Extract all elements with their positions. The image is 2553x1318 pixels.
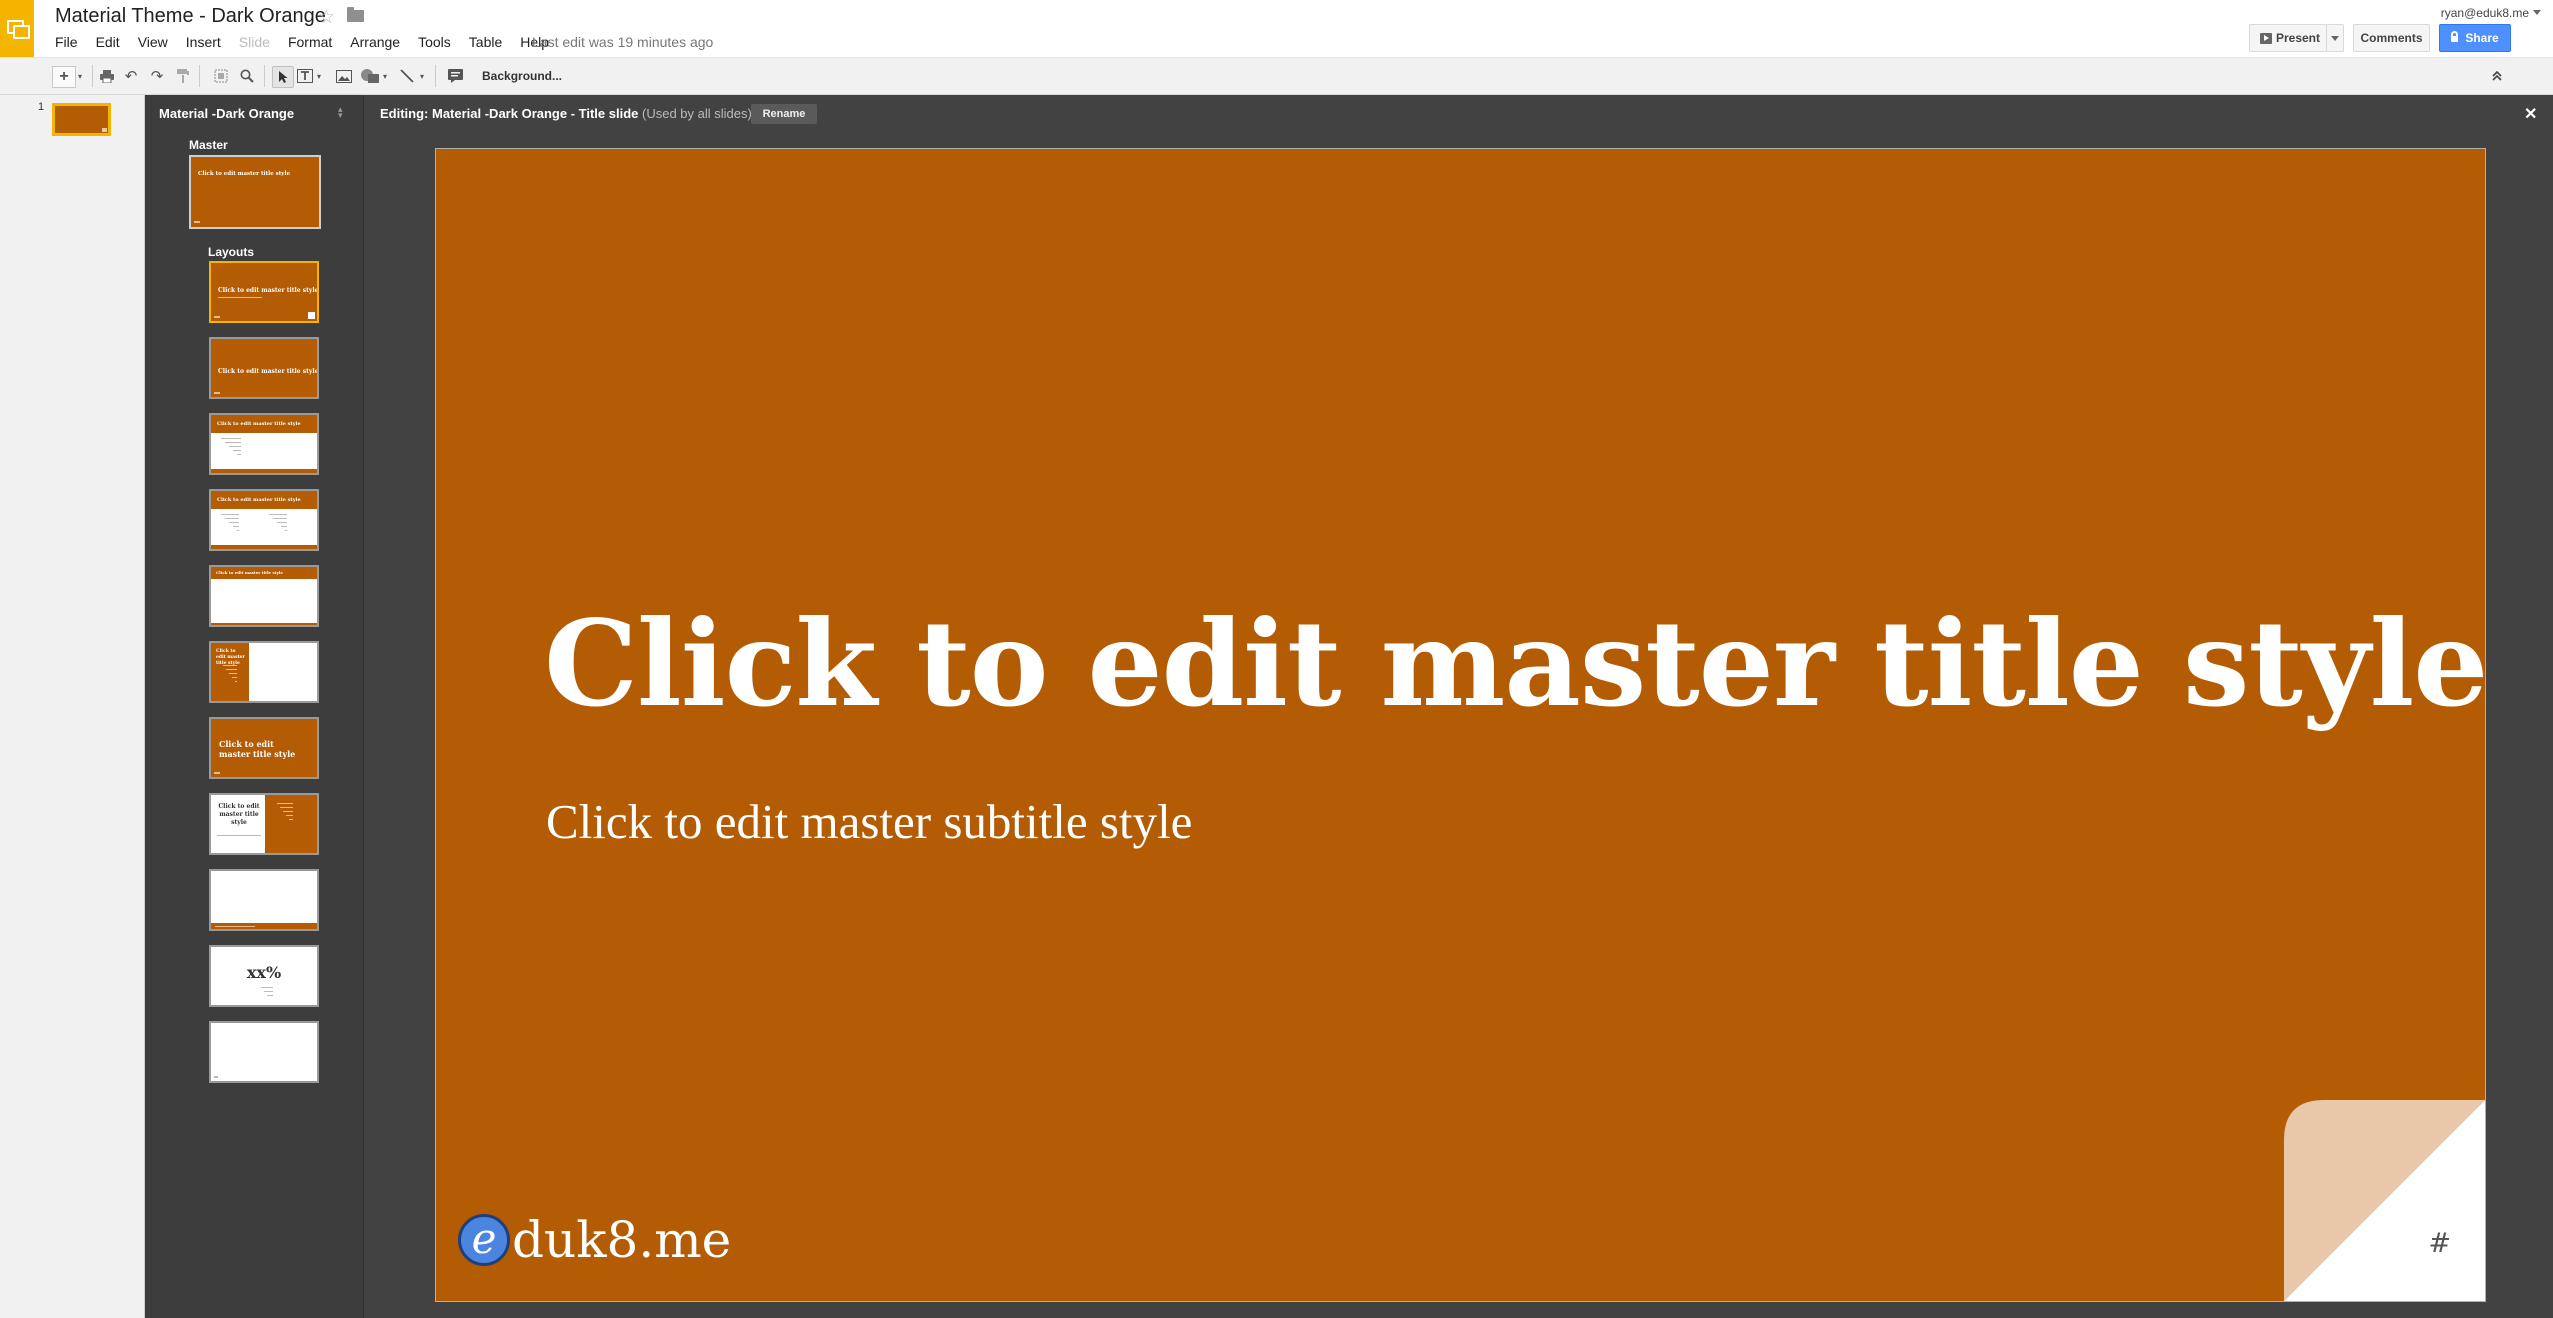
share-button[interactable]: Share — [2439, 24, 2511, 52]
present-dropdown-button[interactable] — [2326, 24, 2344, 52]
layout-thumbnail-one-column[interactable]: Click to edit master title style — [209, 641, 319, 703]
slide-filmstrip: 1 — [0, 95, 145, 1318]
star-icon[interactable]: ☆ — [318, 6, 335, 29]
present-button[interactable]: Present — [2249, 24, 2327, 52]
image-icon[interactable] — [335, 66, 353, 86]
chevron-down-icon — [2331, 35, 2339, 41]
paint-format-icon[interactable] — [174, 66, 192, 86]
layout-thumbnail-title-only[interactable]: Click to edit master title style — [209, 565, 319, 627]
layouts-section-label: Layouts — [208, 245, 255, 259]
zoom-icon[interactable] — [238, 66, 256, 86]
slide-number-placeholder[interactable]: # — [2428, 1228, 2451, 1259]
play-icon — [2260, 33, 2272, 44]
comment-icon[interactable] — [446, 66, 464, 86]
zoom-fit-icon[interactable] — [212, 66, 230, 86]
toolbar-divider — [199, 65, 200, 87]
toolbar-divider — [92, 65, 93, 87]
layout-thumbnail-section-description[interactable]: Click to edit master title style — [209, 793, 319, 855]
toolbar-divider — [264, 65, 265, 87]
slide-number-label: 1 — [38, 101, 45, 113]
editing-status-label: Editing: Material -Dark Orange - Title s… — [380, 106, 752, 121]
menu-file[interactable]: File — [55, 34, 78, 50]
rename-button[interactable]: Rename — [751, 104, 817, 124]
thumb-title-text: Click to edit master title style — [218, 803, 260, 826]
thumb-title-text: Click to edit master title style — [198, 171, 291, 177]
slide-subtitle-placeholder[interactable]: Click to edit master subtitle style — [546, 793, 1192, 850]
present-label: Present — [2275, 31, 2321, 45]
eduk8-logo[interactable]: e duk8.me — [458, 1211, 731, 1269]
menu-tools[interactable]: Tools — [418, 34, 451, 50]
menu-edit[interactable]: Edit — [96, 34, 120, 50]
menu-format[interactable]: Format — [288, 34, 332, 50]
select-tool-button[interactable] — [272, 66, 294, 88]
collapse-menu-icon[interactable] — [2490, 66, 2504, 86]
last-edit-status[interactable]: Last edit was 19 minutes ago — [532, 34, 713, 50]
close-icon[interactable]: ✕ — [2524, 104, 2537, 124]
background-button[interactable]: Background... — [482, 66, 562, 86]
redo-icon[interactable]: ↷ — [148, 66, 166, 86]
logo-e-badge: e — [458, 1214, 510, 1266]
slide-title-placeholder[interactable]: Click to edit master title style — [544, 594, 2485, 733]
layout-thumbnail-section-header[interactable]: Click to edit master title style — [209, 337, 319, 399]
thumb-title-text: Click to edit master title style — [216, 570, 283, 575]
page-curl-icon — [2284, 1100, 2485, 1301]
thumb-big-number-text: xx% — [246, 963, 282, 982]
slide-thumbnail-1[interactable] — [52, 103, 111, 136]
document-title[interactable]: Material Theme - Dark Orange — [55, 5, 326, 28]
lock-icon — [2451, 31, 2459, 42]
new-slide-button[interactable]: + — [52, 66, 76, 88]
menu-bar: File Edit View Insert Slide Format Arran… — [55, 34, 567, 50]
resize-handle-icon[interactable]: ▴ ▾ — [338, 105, 343, 120]
menu-arrange[interactable]: Arrange — [350, 34, 400, 50]
used-by-note: (Used by all slides) — [642, 106, 752, 121]
account-caret-icon[interactable] — [2533, 10, 2541, 15]
toolbar: + ▾ ↶ ↷ ▾ ▾ ▾ Background... — [0, 57, 2553, 95]
layout-thumbnail-two-columns[interactable]: Click to edit master title style — [209, 489, 319, 551]
share-label: Share — [2465, 31, 2499, 45]
comments-button[interactable]: Comments — [2353, 24, 2430, 52]
text-box-icon[interactable] — [296, 66, 314, 86]
app-header: Material Theme - Dark Orange ☆ File Edit… — [0, 0, 2553, 57]
thumb-title-text: Click to edit master title style — [218, 368, 319, 375]
toolbar-divider — [435, 65, 436, 87]
layout-thumbnail-blank[interactable] — [209, 1021, 319, 1083]
theme-name[interactable]: Material -Dark Orange — [159, 106, 294, 121]
account-email[interactable]: ryan@eduk8.me — [2441, 6, 2529, 20]
thumb-title-text: Click to edit master title style — [218, 287, 319, 294]
menu-slide[interactable]: Slide — [239, 34, 270, 50]
menu-view[interactable]: View — [138, 34, 168, 50]
master-layouts-panel: Material -Dark Orange ▴ ▾ Master Click to… — [145, 95, 364, 1318]
master-section-label: Master — [189, 138, 228, 152]
layout-thumbnail-big-number[interactable]: xx% — [209, 945, 319, 1007]
slides-logo-icon[interactable] — [0, 0, 34, 57]
layout-thumbnail-main-point[interactable]: Click to edit master title style — [209, 717, 319, 779]
thumb-title-text: Click to edit master title style — [217, 421, 301, 427]
text-box-dropdown-icon[interactable]: ▾ — [317, 66, 321, 86]
line-icon[interactable] — [398, 66, 416, 86]
master-slide-thumbnail[interactable]: Click to edit master title style — [189, 155, 321, 229]
layout-thumbnail-title-slide[interactable]: Click to edit master title style — [209, 261, 319, 323]
menu-table[interactable]: Table — [469, 34, 502, 50]
thumb-title-text: Click to edit master title style — [219, 739, 296, 759]
logo-text: duk8.me — [512, 1211, 732, 1269]
editing-layout-name: Editing: Material -Dark Orange - Title s… — [380, 106, 639, 121]
menu-insert[interactable]: Insert — [186, 34, 221, 50]
master-editor-bar: Editing: Material -Dark Orange - Title s… — [364, 95, 2553, 133]
shape-dropdown-icon[interactable]: ▾ — [383, 66, 387, 86]
folder-icon[interactable] — [347, 7, 364, 22]
slide-canvas[interactable]: Click to edit master title style Click t… — [435, 148, 2486, 1302]
layout-thumbnail-title-body[interactable]: Click to edit master title style — [209, 413, 319, 475]
undo-icon[interactable]: ↶ — [122, 66, 140, 86]
layout-thumbnail-caption[interactable] — [209, 869, 319, 931]
new-slide-dropdown-icon[interactable]: ▾ — [78, 66, 82, 86]
shape-icon[interactable] — [359, 66, 381, 86]
line-dropdown-icon[interactable]: ▾ — [420, 66, 424, 86]
print-icon[interactable] — [98, 66, 116, 86]
thumb-title-text: Click to edit master title style — [217, 497, 301, 503]
